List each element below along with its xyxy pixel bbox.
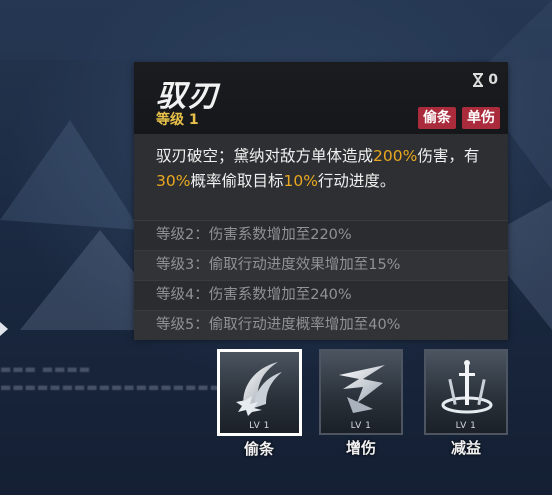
hourglass-icon bbox=[473, 73, 484, 87]
skill-level-label: LV 1 bbox=[350, 421, 372, 431]
desc-chance-value: 30% bbox=[156, 171, 191, 190]
sword-altar-icon bbox=[441, 360, 493, 414]
upgrade-list: 等级2：伤害系数增加至220% 等级3：偷取行动进度效果增加至15% 等级4：伤… bbox=[134, 220, 508, 340]
tag-steal: 偷条 bbox=[418, 107, 456, 129]
pointer-arrow bbox=[0, 322, 8, 336]
desc-text: 驭刃破空；黛纳对敌方单体造成 bbox=[156, 147, 374, 165]
upgrade-row: 等级5：偷取行动进度概率增加至40% bbox=[134, 310, 508, 340]
skill-level-label: LV 1 bbox=[249, 421, 270, 431]
skill-card-frame[interactable]: LV 1 bbox=[217, 349, 302, 436]
lightning-shield-icon bbox=[339, 365, 385, 413]
skill-name: 偷条 bbox=[243, 440, 274, 458]
skill-card-frame[interactable]: LV 1 bbox=[319, 349, 403, 435]
skill-tags: 偷条 单伤 bbox=[418, 107, 500, 129]
skill-detail-panel: 驭刃 等级 1 0 偷条 单伤 驭刃破空；黛纳对敌方单体造成200%伤害，有 30… bbox=[134, 62, 508, 340]
cooldown-count: 0 bbox=[488, 72, 498, 88]
skill-card-debuff[interactable]: LV 1 减益 bbox=[424, 349, 508, 458]
cooldown-indicator: 0 bbox=[472, 72, 498, 88]
desc-text: 行动进度。 bbox=[317, 171, 396, 190]
skill-header: 驭刃 等级 1 0 偷条 单伤 bbox=[134, 62, 508, 134]
desc-text: 伤害，有 bbox=[417, 147, 480, 165]
skill-name: 减益 bbox=[450, 439, 481, 457]
skill-name: 增伤 bbox=[345, 439, 376, 457]
skill-level-label: LV 1 bbox=[455, 421, 477, 431]
upgrade-row: 等级3：偷取行动进度效果增加至15% bbox=[134, 250, 508, 280]
claw-slash-icon bbox=[236, 362, 282, 416]
desc-text: 概率偷取目标 bbox=[190, 171, 284, 190]
skill-card-steal[interactable]: LV 1 偷条 bbox=[217, 349, 302, 459]
background-blur-text: ▬▬▬ ▬▬▬▬ ▬▬▬▬▬▬▬▬▬▬▬▬▬▬▬▬▬▬▬ bbox=[0, 362, 235, 394]
skill-description: 驭刃破空；黛纳对敌方单体造成200%伤害，有 30%概率偷取目标10%行动进度。 bbox=[156, 144, 496, 193]
tag-single-damage: 单伤 bbox=[462, 107, 500, 129]
skill-card-frame[interactable]: LV 1 bbox=[424, 349, 508, 435]
desc-steal-value: 10% bbox=[283, 171, 318, 190]
skill-card-damage-up[interactable]: LV 1 增伤 bbox=[319, 349, 403, 458]
upgrade-row: 等级4：伤害系数增加至240% bbox=[134, 280, 508, 310]
upgrade-row: 等级2：伤害系数增加至220% bbox=[134, 220, 508, 250]
skill-level: 等级 1 bbox=[156, 112, 199, 128]
desc-damage-value: 200% bbox=[373, 147, 418, 165]
